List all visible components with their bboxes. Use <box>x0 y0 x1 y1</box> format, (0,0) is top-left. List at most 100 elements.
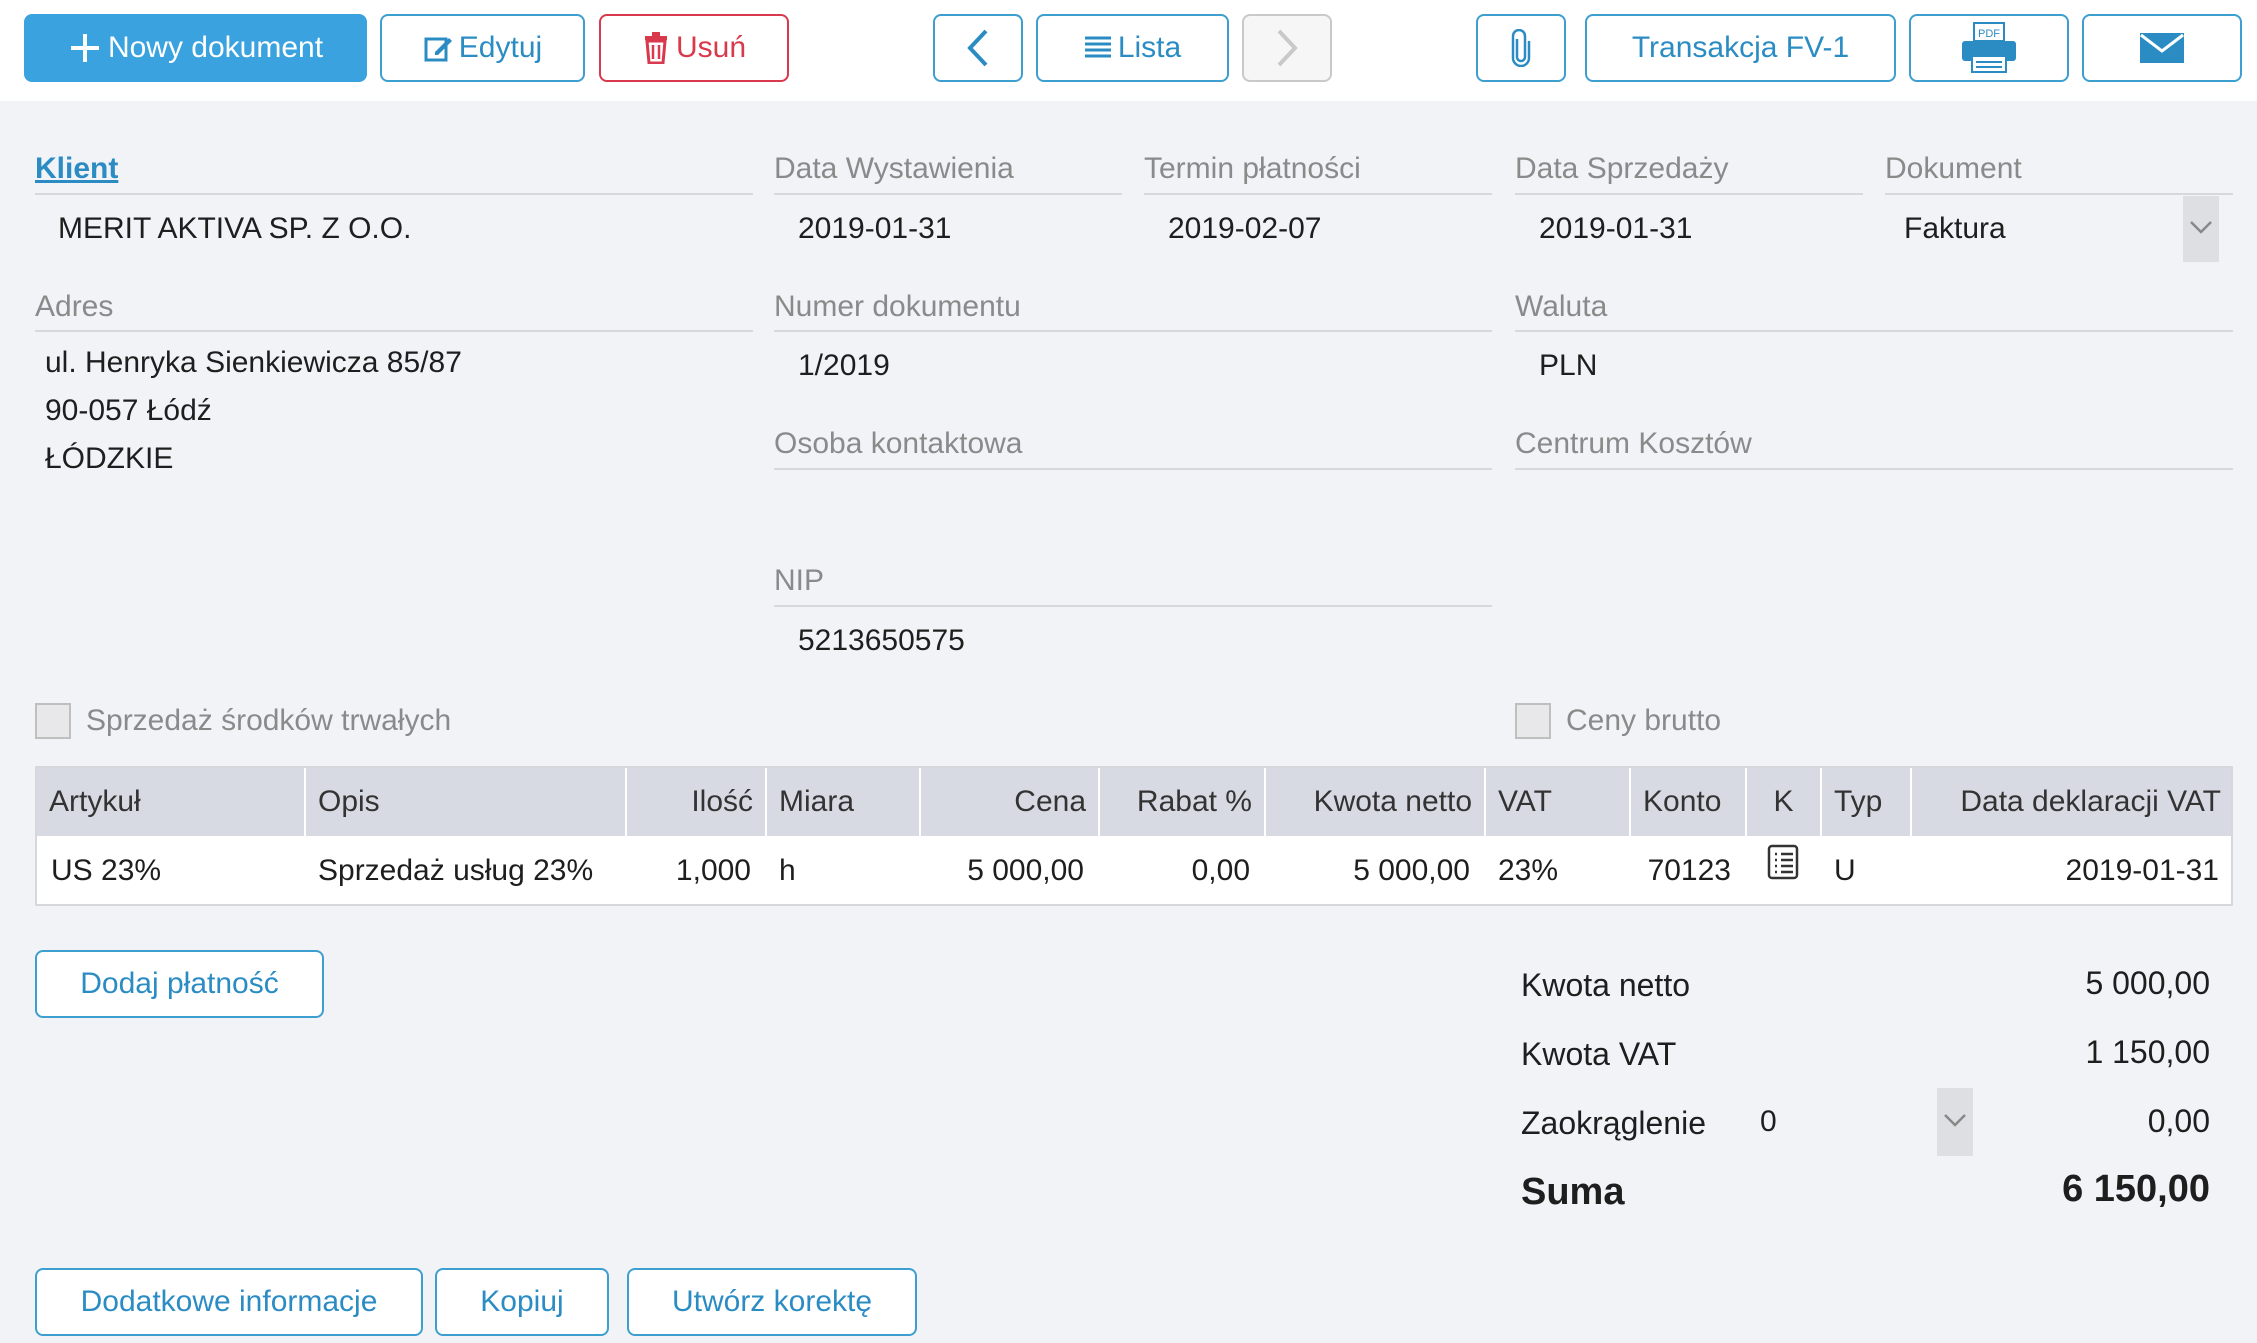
items-table: Artykuł Opis Ilość Miara Cena Rabat % Kw… <box>35 766 2233 906</box>
gross-prices-checkbox[interactable] <box>1515 703 1551 739</box>
edit-label: Edytuj <box>458 31 543 64</box>
address-label: Adres <box>35 290 114 323</box>
gross-prices-label: Ceny brutto <box>1566 704 1722 737</box>
pencil-icon <box>423 33 453 63</box>
chevron-left-icon <box>966 28 990 68</box>
vat-total-label: Kwota VAT <box>1521 1036 1677 1072</box>
currency-value[interactable]: PLN <box>1539 349 1597 383</box>
trash-icon <box>642 32 670 64</box>
add-payment-button[interactable]: Dodaj płatność <box>35 950 324 1018</box>
rounding-dropdown[interactable] <box>1937 1088 1973 1156</box>
cost-center-label: Centrum Kosztów <box>1515 427 1752 460</box>
issue-date-value[interactable]: 2019-01-31 <box>798 212 951 246</box>
sale-date-value[interactable]: 2019-01-31 <box>1539 212 1692 246</box>
rounding-value: 0,00 <box>2147 1103 2210 1139</box>
client-link[interactable]: Klient <box>35 152 118 186</box>
edit-button[interactable]: Edytuj <box>380 14 585 82</box>
plus-icon <box>68 31 102 65</box>
cost-center-divider <box>1515 468 2233 470</box>
chevron-down-icon <box>1943 1113 1967 1132</box>
col-header-net-amount: Kwota netto <box>1264 768 1484 836</box>
cell-quantity[interactable]: 1,000 <box>625 836 765 906</box>
cell-price[interactable]: 5 000,00 <box>919 836 1098 906</box>
new-document-button[interactable]: Nowy dokument <box>24 14 367 82</box>
net-total-label: Kwota netto <box>1521 967 1690 1003</box>
col-header-type: Typ <box>1820 768 1910 836</box>
fixed-assets-label: Sprzedaż środków trwałych <box>86 704 452 737</box>
col-header-quantity: Ilość <box>625 768 765 836</box>
chevron-down-icon <box>2189 220 2213 239</box>
nip-label: NIP <box>774 564 825 597</box>
issue-date-label: Data Wystawienia <box>774 152 1014 185</box>
next-button[interactable] <box>1242 14 1332 82</box>
currency-divider <box>1515 330 2233 332</box>
nip-value[interactable]: 5213650575 <box>798 624 965 658</box>
cell-account[interactable]: 70123 <box>1629 836 1745 906</box>
col-header-description: Opis <box>304 768 625 836</box>
payment-due-value[interactable]: 2019-02-07 <box>1168 212 1321 246</box>
col-header-vat: VAT <box>1484 768 1629 836</box>
svg-text:PDF: PDF <box>1978 28 2000 40</box>
address-line-3: ŁÓDZKIE <box>45 442 174 475</box>
address-divider <box>35 330 753 332</box>
document-type-select[interactable]: Faktura <box>1904 212 2006 246</box>
document-type-divider <box>1885 193 2233 195</box>
col-header-account: Konto <box>1629 768 1745 836</box>
payment-due-divider <box>1144 193 1492 195</box>
list-icon <box>1084 35 1112 61</box>
attachment-button[interactable] <box>1476 14 1566 82</box>
list-label: Lista <box>1117 31 1182 64</box>
rounding-label: Zaokrąglenie <box>1521 1105 1706 1141</box>
toolbar: Nowy dokument Edytuj Usuń Lista Transakc <box>0 0 2257 101</box>
col-header-price: Cena <box>919 768 1098 836</box>
cell-vat[interactable]: 23% <box>1484 836 1629 906</box>
cell-k[interactable] <box>1745 836 1820 906</box>
client-value[interactable]: MERIT AKTIVA SP. Z O.O. <box>58 212 411 246</box>
copy-button[interactable]: Kopiuj <box>435 1268 609 1336</box>
rounding-select[interactable]: 0 <box>1760 1105 1777 1139</box>
sale-date-divider <box>1515 193 1863 195</box>
create-correction-button[interactable]: Utwórz korektę <box>627 1268 917 1336</box>
cell-discount[interactable]: 0,00 <box>1098 836 1264 906</box>
previous-button[interactable] <box>933 14 1023 82</box>
sum-label: Suma <box>1521 1171 1625 1213</box>
cell-article[interactable]: US 23% <box>37 836 304 906</box>
table-header: Artykuł Opis Ilość Miara Cena Rabat % Kw… <box>37 768 2231 836</box>
new-document-label: Nowy dokument <box>107 31 324 64</box>
paperclip-icon <box>1511 29 1531 67</box>
fixed-assets-checkbox[interactable] <box>35 703 71 739</box>
pdf-print-button[interactable]: PDF <box>1909 14 2069 82</box>
document-type-label: Dokument <box>1885 152 2022 185</box>
contact-person-label: Osoba kontaktowa <box>774 427 1023 460</box>
col-header-discount: Rabat % <box>1098 768 1264 836</box>
delete-button[interactable]: Usuń <box>599 14 789 82</box>
cell-vat-date[interactable]: 2019-01-31 <box>1910 836 2233 906</box>
cell-unit[interactable]: h <box>765 836 919 906</box>
issue-date-divider <box>774 193 1122 195</box>
currency-label: Waluta <box>1515 290 1608 323</box>
client-divider <box>35 193 753 195</box>
envelope-icon <box>2139 32 2185 64</box>
doc-number-label: Numer dokumentu <box>774 290 1021 323</box>
transaction-button[interactable]: Transakcja FV-1 <box>1585 14 1896 82</box>
address-line-1: ul. Henryka Sienkiewicza 85/87 <box>45 346 462 379</box>
address-line-2: 90-057 Łódź <box>45 394 212 427</box>
contact-person-divider <box>774 468 1492 470</box>
sale-date-label: Data Sprzedaży <box>1515 152 1729 185</box>
cell-net-amount[interactable]: 5 000,00 <box>1264 836 1484 906</box>
chevron-right-icon <box>1275 28 1299 68</box>
delete-label: Usuń <box>675 31 747 64</box>
document-type-dropdown[interactable] <box>2183 196 2219 262</box>
cell-description[interactable]: Sprzedaż usług 23% <box>304 836 625 906</box>
list-button[interactable]: Lista <box>1036 14 1229 82</box>
more-info-button[interactable]: Dodatkowe informacje <box>35 1268 423 1336</box>
email-button[interactable] <box>2082 14 2242 82</box>
doc-number-value[interactable]: 1/2019 <box>798 349 890 383</box>
payment-due-label: Termin płatności <box>1144 152 1361 185</box>
cell-type[interactable]: U <box>1820 836 1910 906</box>
document-list-icon[interactable] <box>1767 836 1799 906</box>
col-header-unit: Miara <box>765 768 919 836</box>
sum-value: 6 150,00 <box>2062 1168 2210 1210</box>
col-header-k: K <box>1745 768 1820 836</box>
pdf-printer-icon: PDF <box>1960 22 2018 74</box>
